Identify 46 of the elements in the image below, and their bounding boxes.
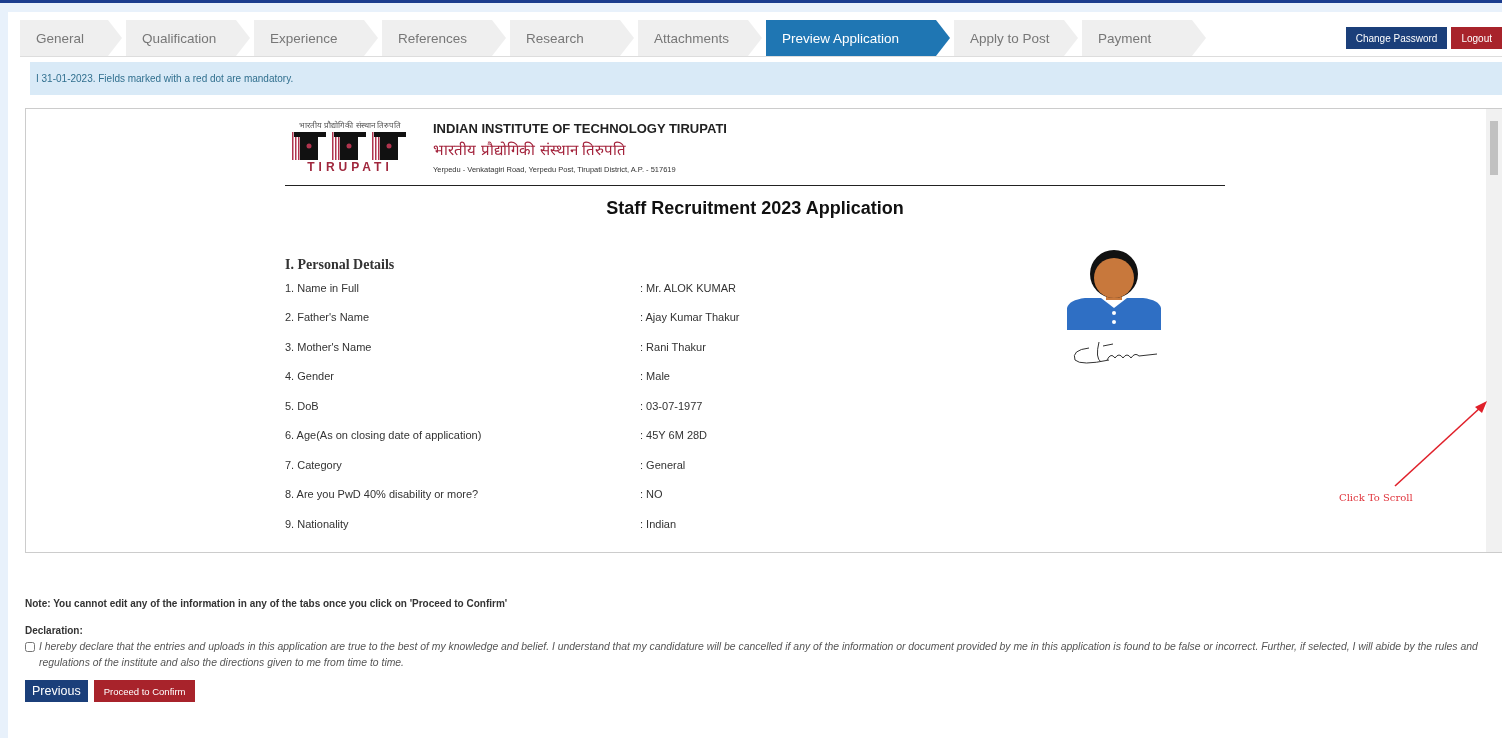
scroll-hint: Click To Scroll [1339, 492, 1413, 503]
field-label: 8. Are you PwD 40% disability or more? [285, 488, 480, 501]
tab[interactable]: References [382, 20, 506, 56]
tab[interactable]: Apply to Post [954, 20, 1078, 56]
institute-name-hindi: भारतीय प्रौद्योगिकी संस्थान तिरुपति [433, 140, 628, 159]
section-heading: I. Personal Details [285, 257, 396, 273]
header-button[interactable]: Change Password [1345, 27, 1448, 49]
declaration-heading: Declaration: [25, 625, 84, 636]
field-value: : Ajay Kumar Thakur [640, 311, 740, 324]
action-button[interactable]: Proceed to Confirm [93, 680, 196, 702]
field-label: 4. Gender [285, 370, 335, 383]
field-value: : Mr. ALOK KUMAR [640, 281, 736, 294]
scrollbar[interactable] [1486, 109, 1502, 552]
document-title: Staff Recruitment 2023 Application [605, 198, 905, 219]
tab[interactable]: Preview Application [766, 20, 950, 56]
logo-icon [292, 130, 408, 160]
field-value: : Rani Thakur [640, 340, 706, 353]
field-value: : 03-07-1977 [640, 399, 703, 412]
declaration-text: I hereby declare that the entries and uploads in this application are true to the best of my knowledge and belief. I understand that my candidature will be cancelled if any of the information or document provided by me in this application is found to be false or incorrect. Further, if selected, I will abide by the rules and regulations of the institute and also the directions given to me from time to time. [39, 640, 1479, 670]
tab[interactable]: Attachments [638, 20, 762, 56]
logo-tagline: भारतीय प्रौद्योगिकी संस्थान तिरुपति [298, 119, 402, 130]
field-value: : General [640, 458, 686, 471]
field-value: : 45Y 6M 28D [640, 429, 708, 442]
avatar-icon [1065, 250, 1163, 330]
action-button[interactable]: Previous [25, 680, 88, 702]
field-label: 5. DoB [285, 399, 320, 412]
declaration-checkbox[interactable] [25, 642, 35, 652]
field-value: : Male [640, 370, 670, 383]
field-label: 6. Age(As on closing date of application) [285, 429, 483, 442]
logo-caption: TIRUPATI [307, 160, 393, 174]
tab[interactable]: Experience [254, 20, 378, 56]
field-value: : Indian [640, 517, 677, 530]
field-label: 2. Father's Name [285, 311, 371, 324]
tab[interactable]: Qualification [126, 20, 250, 56]
field-value: : NO [640, 488, 663, 501]
field-label: 1. Name in Full [285, 281, 360, 294]
institute-name: INDIAN INSTITUTE OF TECHNOLOGY TIRUPATI [433, 121, 727, 136]
tab[interactable]: Research [510, 20, 634, 56]
field-label: 9. Nationality [285, 517, 350, 530]
note-text: Note: You cannot edit any of the information in any of the tabs once you click on 'Proceed to Confirm' [25, 598, 509, 609]
field-label: 7. Category [285, 458, 343, 471]
header-button[interactable]: Logout [1451, 27, 1502, 49]
field-label: 3. Mother's Name [285, 340, 373, 353]
tab[interactable]: Payment [1082, 20, 1206, 56]
notice-bar: I 31-01-2023. Fields marked with a red dot are mandatory. [30, 62, 1502, 95]
tab[interactable]: General [20, 20, 122, 56]
